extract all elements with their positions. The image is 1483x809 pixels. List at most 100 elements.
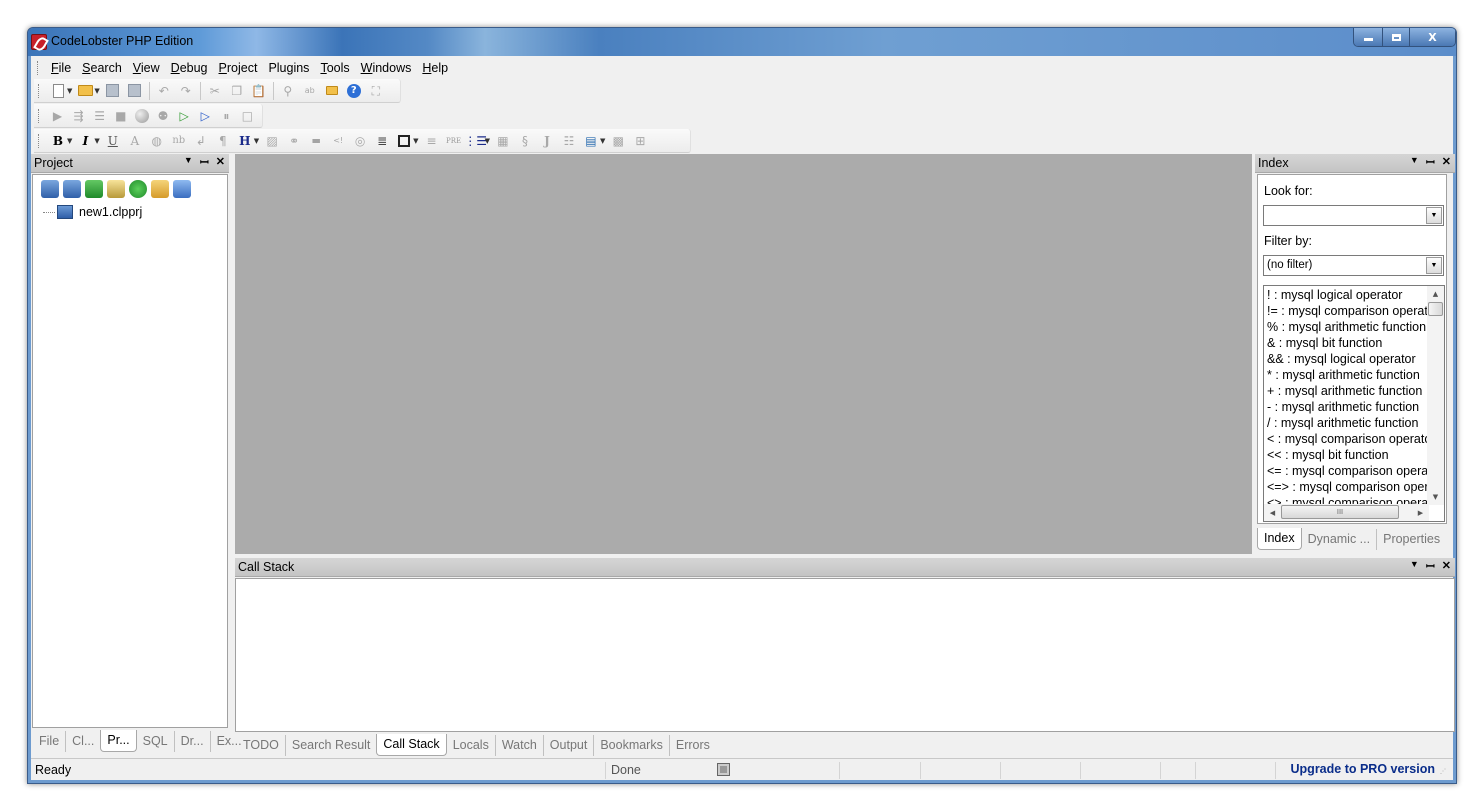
scroll-up-icon[interactable]: ▲ (1427, 286, 1444, 302)
menu-view[interactable]: View (128, 59, 165, 77)
breakpoint-button[interactable] (134, 108, 149, 124)
horizontal-rule-button[interactable]: ═ (308, 133, 324, 149)
new-file-button[interactable] (50, 83, 66, 99)
folder-icon[interactable] (151, 180, 169, 198)
sync-icon[interactable] (173, 180, 191, 198)
form-elements-button[interactable]: ▤ (583, 133, 599, 149)
refresh-icon[interactable] (85, 180, 103, 198)
font-button[interactable]: A (127, 133, 143, 149)
list-item[interactable]: * : mysql arithmetic function (1267, 367, 1427, 383)
comment-button[interactable]: <! (330, 133, 346, 149)
tab-todo[interactable]: TODO (237, 735, 286, 756)
heading-dropdown-icon[interactable]: ▼ (254, 137, 259, 145)
form-elements-dropdown-icon[interactable]: ▼ (600, 137, 605, 145)
open-dropdown-icon[interactable]: ▼ (94, 87, 99, 95)
list-item[interactable]: <=> : mysql comparison operator (1267, 479, 1427, 495)
list-item[interactable]: && : mysql logical operator (1267, 351, 1427, 367)
paste-button[interactable]: 📋 (251, 83, 267, 99)
toggle-breakpoint-button[interactable]: ⚉ (155, 108, 170, 124)
paragraph-button[interactable]: ¶ (215, 133, 231, 149)
menu-tools[interactable]: Tools (315, 59, 354, 77)
tab-sql[interactable]: SQL (137, 731, 175, 752)
scroll-thumb[interactable]: III (1281, 505, 1399, 519)
menu-windows[interactable]: Windows (356, 59, 417, 77)
anchor-button[interactable]: ◎ (352, 133, 368, 149)
close-button[interactable]: X (1409, 28, 1455, 46)
open-project-icon[interactable] (63, 180, 81, 198)
toolbar-grip[interactable] (38, 83, 41, 98)
tab-bookmarks[interactable]: Bookmarks (594, 735, 670, 756)
form-button[interactable]: ☷ (561, 133, 577, 149)
tab-call-stack[interactable]: Call Stack (376, 734, 447, 756)
list-item[interactable]: < : mysql comparison operator (1267, 431, 1427, 447)
continue-button[interactable]: ▷ (198, 108, 213, 124)
italic-dropdown-icon[interactable]: ▼ (94, 137, 99, 145)
index-panel-header[interactable]: Index ▼ ꟷ ✕ (1255, 154, 1455, 173)
scroll-left-icon[interactable]: ◀ (1264, 504, 1281, 521)
pin-icon[interactable]: ꟷ (1426, 559, 1435, 574)
vertical-scrollbar[interactable]: ▲ ▼ (1427, 286, 1444, 505)
stop-button[interactable]: ■ (113, 108, 128, 124)
close-icon[interactable]: ✕ (216, 155, 225, 170)
maximize-button[interactable] (1382, 28, 1409, 46)
box-dropdown-icon[interactable]: ▼ (413, 137, 418, 145)
title-bar[interactable]: CodeLobster PHP Edition X (28, 28, 1456, 56)
list-item[interactable]: + : mysql arithmetic function (1267, 383, 1427, 399)
save-button[interactable] (105, 83, 121, 99)
open-button[interactable] (77, 83, 93, 99)
step-over-button[interactable]: ☰ (92, 108, 107, 124)
pause-button[interactable]: ⏸ (219, 108, 234, 124)
call-stack-content[interactable] (235, 578, 1455, 732)
heading-button[interactable]: H (237, 133, 253, 149)
list-item[interactable]: - : mysql arithmetic function (1267, 399, 1427, 415)
list-item[interactable]: / : mysql arithmetic function (1267, 415, 1427, 431)
call-stack-header[interactable]: Call Stack ▼ ꟷ ✕ (235, 558, 1455, 577)
list-button[interactable]: ⋮☰ (464, 133, 487, 149)
style-button[interactable]: § (517, 133, 533, 149)
minimize-button[interactable] (1354, 28, 1382, 46)
tab-project[interactable]: Pr... (100, 730, 137, 752)
table-button[interactable]: ▦ (495, 133, 511, 149)
save-all-button[interactable] (127, 83, 143, 99)
italic-button[interactable]: I (77, 133, 93, 149)
bold-button[interactable]: B (50, 133, 66, 149)
pin-icon[interactable]: ꟷ (1426, 155, 1435, 170)
tab-locals[interactable]: Locals (447, 735, 496, 756)
codelobster-logo-icon[interactable] (31, 34, 47, 50)
find-button[interactable]: ⚲ (280, 83, 296, 99)
toolbar-grip[interactable] (38, 133, 41, 148)
list-item[interactable]: % : mysql arithmetic function (1267, 319, 1427, 335)
undo-button[interactable]: ↶ (156, 83, 172, 99)
image-button[interactable]: ▨ (264, 133, 280, 149)
pre-button[interactable]: PRE (446, 133, 462, 149)
tab-search-result[interactable]: Search Result (286, 735, 377, 756)
bold-dropdown-icon[interactable]: ▼ (67, 137, 72, 145)
list-item[interactable]: <= : mysql comparison operator (1267, 463, 1427, 479)
tree-item[interactable]: new1.clpprj (43, 205, 142, 219)
menu-project[interactable]: Project (214, 59, 263, 77)
horizontal-scrollbar[interactable]: ◀ III ▶ (1264, 504, 1429, 521)
menu-help[interactable]: Help (417, 59, 453, 77)
tab-properties[interactable]: Properties (1377, 529, 1446, 550)
scroll-down-icon[interactable]: ▼ (1427, 489, 1444, 505)
tab-class[interactable]: Cl... (66, 731, 100, 752)
align-button[interactable]: ≣ (374, 133, 390, 149)
frame-button[interactable]: ⊞ (632, 133, 648, 149)
menu-plugins[interactable]: Plugins (263, 59, 314, 77)
resize-grip-icon[interactable]: ⋰ (1440, 768, 1450, 778)
redo-button[interactable]: ↷ (178, 83, 194, 99)
close-icon[interactable]: ✕ (1442, 559, 1451, 574)
box-button[interactable] (396, 133, 412, 149)
fullscreen-button[interactable]: ⛶ (368, 83, 384, 99)
run-button[interactable]: ▶ (50, 108, 65, 124)
chevron-down-icon[interactable]: ▼ (1426, 257, 1442, 274)
pin-icon[interactable]: ꟷ (200, 155, 209, 170)
toolbar-grip[interactable] (38, 108, 41, 123)
editor-area[interactable] (235, 154, 1252, 554)
step-into-button[interactable]: ⇶ (71, 108, 86, 124)
stop-debug-button[interactable]: □ (240, 108, 255, 124)
copy-button[interactable]: ❐ (229, 83, 245, 99)
properties-icon[interactable] (107, 180, 125, 198)
upgrade-link[interactable]: Upgrade to PRO version (1291, 762, 1435, 776)
tab-watch[interactable]: Watch (496, 735, 544, 756)
